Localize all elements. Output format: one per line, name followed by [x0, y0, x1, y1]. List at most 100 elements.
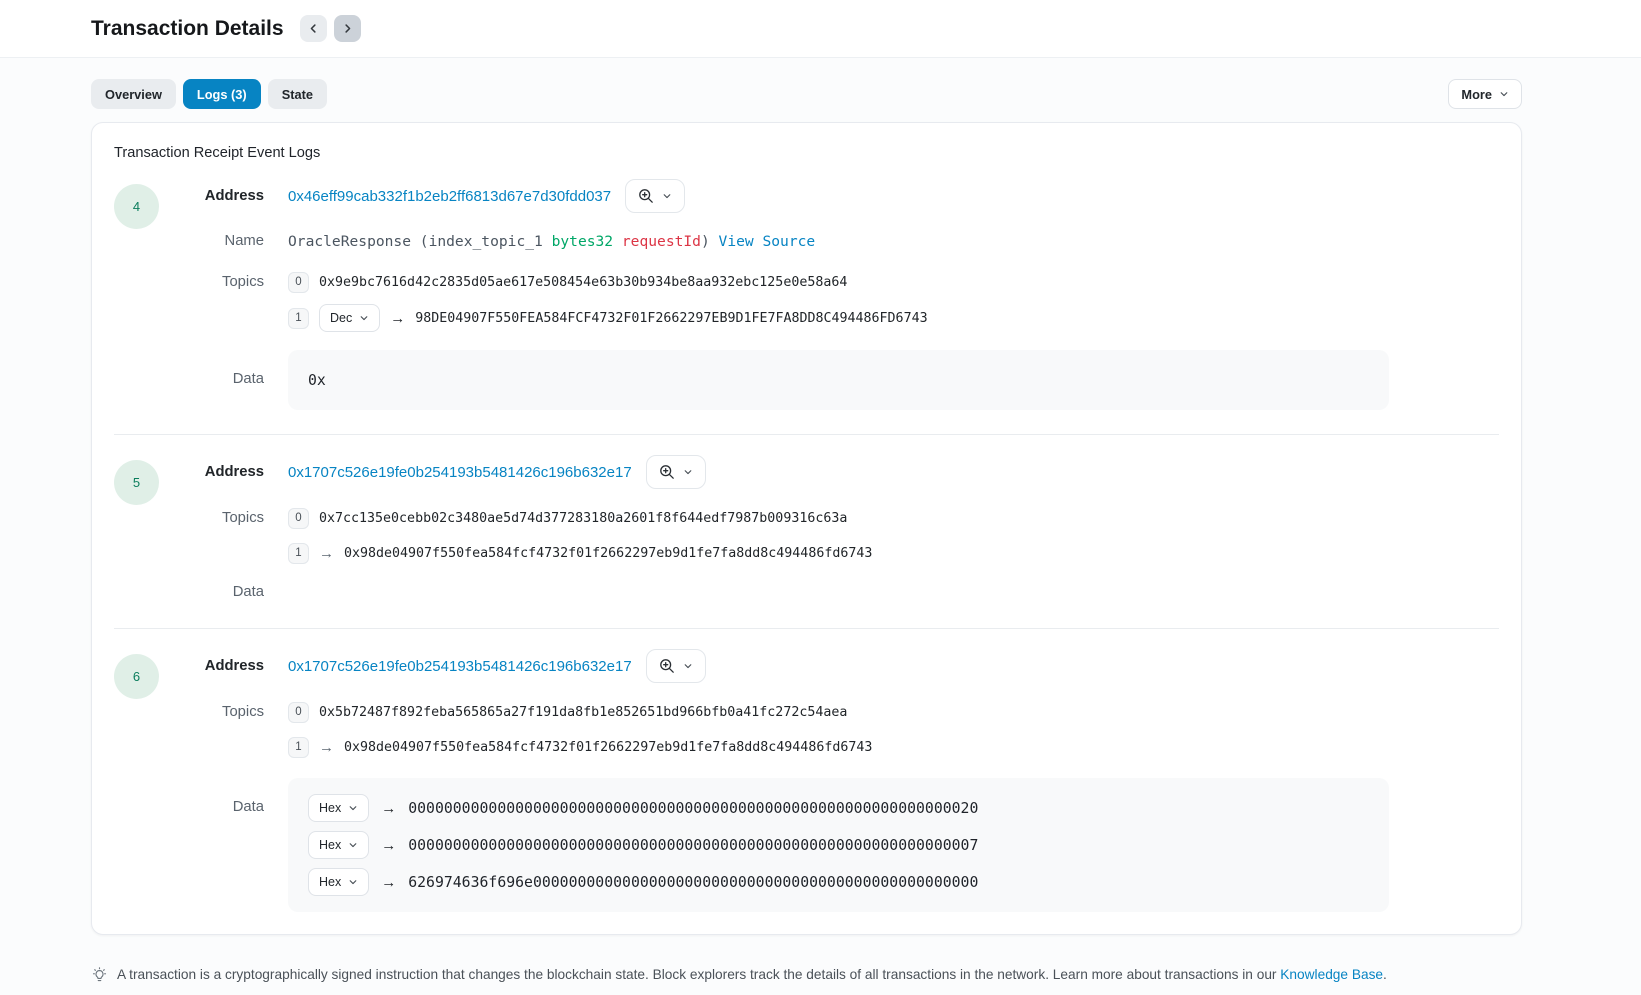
card-heading: Transaction Receipt Event Logs — [114, 145, 1499, 161]
footer-text: A transaction is a cryptographically sig… — [117, 967, 1387, 982]
next-transaction-button[interactable] — [334, 15, 361, 42]
address-label: Address — [204, 179, 264, 213]
topic-index-badge: 0 — [288, 272, 309, 293]
lightbulb-icon — [91, 966, 108, 983]
topics-label: Topics — [204, 505, 264, 531]
data-row: 0x — [308, 366, 1369, 394]
topic-encoding-select[interactable]: Dec — [319, 304, 380, 332]
topics-label: Topics — [204, 699, 264, 725]
event-logs-card: Transaction Receipt Event Logs 4 Address 0… — [91, 122, 1522, 935]
data-encoding-select[interactable]: Hex — [308, 794, 369, 822]
topic-value: 0x7cc135e0cebb02c3480ae5d74d377283180a26… — [319, 511, 847, 526]
log-number-badge: 5 — [114, 460, 159, 505]
tabs-toolbar: OverviewLogs (3)State More — [0, 58, 1641, 109]
chevron-down-icon — [683, 467, 693, 477]
more-button-label: More — [1461, 87, 1492, 102]
event-name-close: ) — [701, 233, 719, 250]
topic-row: 00x5b72487f892feba565865a27f191da8fb1e85… — [288, 699, 1499, 725]
topic-index-badge: 0 — [288, 702, 309, 723]
topic-value: 98DE04907F550FEA584FCF4732F01F2662297EB9… — [415, 311, 927, 326]
data-row: Hex → 626974636f696e0000000000000000000000… — [308, 868, 1369, 896]
log-index-cell: 4 — [114, 179, 204, 229]
address-link[interactable]: 0x1707c526e19fe0b254193b5481426c196b632e… — [288, 658, 632, 675]
page-title: Transaction Details — [91, 17, 284, 41]
chevron-down-icon — [1499, 89, 1509, 99]
data-value: 0000000000000000000000000000000000000000… — [408, 800, 978, 817]
chevron-left-icon — [308, 23, 319, 34]
data-cell: Hex → 000000000000000000000000000000000000… — [264, 778, 1499, 912]
data-row: Hex → 000000000000000000000000000000000000… — [308, 794, 1369, 822]
knowledge-base-link[interactable]: Knowledge Base — [1280, 967, 1383, 982]
chevron-down-icon — [348, 840, 358, 850]
address-label: Address — [204, 455, 264, 489]
topic-index-badge: 1 — [288, 737, 309, 758]
view-source-link[interactable]: View Source — [719, 233, 816, 250]
topic-index-badge: 1 — [288, 543, 309, 564]
prev-transaction-button[interactable] — [300, 15, 327, 42]
more-button[interactable]: More — [1448, 79, 1522, 109]
log-index-cell: 5 — [114, 455, 204, 505]
data-encoding-select[interactable]: Hex — [308, 831, 369, 859]
log-entry: 6 Address 0x1707c526e19fe0b254193b5481426c… — [114, 649, 1499, 912]
topic-row: 1→0x98de04907f550fea584fcf4732f01f266229… — [288, 734, 1499, 760]
address-filter-button[interactable] — [646, 455, 706, 489]
topic-value: 0x98de04907f550fea584fcf4732f01f2662297e… — [344, 546, 872, 561]
data-box: Hex → 000000000000000000000000000000000000… — [288, 778, 1389, 912]
address-row: 0x46eff99cab332f1b2eb2ff6813d67e7d30fdd0… — [264, 179, 1499, 213]
name-label: Name — [204, 229, 264, 253]
data-value: 626974636f696e00000000000000000000000000… — [408, 874, 978, 891]
data-encoding-value: Hex — [319, 838, 341, 852]
address-filter-button[interactable] — [625, 179, 685, 213]
data-label: Data — [204, 350, 264, 410]
arrow-right-icon: → — [381, 837, 396, 854]
topics-list: 0 0x7cc135e0cebb02c3480ae5d74d377283180a2… — [264, 505, 1499, 566]
data-encoding-value: Hex — [319, 801, 341, 815]
chevron-down-icon — [348, 803, 358, 813]
log-divider — [114, 434, 1499, 435]
data-value: 0x — [308, 372, 326, 389]
log-number-badge: 4 — [114, 184, 159, 229]
data-encoding-select[interactable]: Hex — [308, 868, 369, 896]
log-number-badge: 6 — [114, 654, 159, 699]
log-entry: 5 Address 0x1707c526e19fe0b254193b5481426c… — [114, 455, 1499, 604]
tab-logs-3[interactable]: Logs (3) — [183, 79, 261, 109]
arrow-right-icon: → — [319, 739, 334, 756]
tab-state[interactable]: State — [268, 79, 327, 109]
topic-index-badge: 0 — [288, 508, 309, 529]
info-footer: A transaction is a cryptographically sig… — [0, 966, 1641, 983]
address-link[interactable]: 0x1707c526e19fe0b254193b5481426c196b632e… — [288, 464, 632, 481]
address-row: 0x1707c526e19fe0b254193b5481426c196b632e… — [264, 455, 1499, 489]
topic-row: 1 → 0x98de04907f550fea584fcf4732f01f266229… — [288, 540, 1499, 566]
arrow-right-icon: → — [381, 800, 396, 817]
tab-overview[interactable]: Overview — [91, 79, 176, 109]
address-label: Address — [204, 649, 264, 683]
magnifier-plus-icon — [638, 188, 654, 204]
chevron-down-icon — [348, 877, 358, 887]
arrow-right-icon: → — [381, 874, 396, 891]
chevron-down-icon — [359, 313, 369, 323]
topic-row: 00x9e9bc7616d42c2835d05ae617e508454e63b3… — [288, 269, 1499, 295]
event-name-prefix: OracleResponse (index_topic_1 — [288, 233, 552, 250]
footer-period: . — [1383, 967, 1387, 982]
data-encoding-value: Hex — [319, 875, 341, 889]
address-link[interactable]: 0x46eff99cab332f1b2eb2ff6813d67e7d30fdd0… — [288, 188, 611, 205]
topic-row: 1Dec→98DE04907F550FEA584FCF4732F01F26622… — [288, 304, 1499, 332]
param-type: bytes32 — [552, 233, 622, 250]
log-divider — [114, 628, 1499, 629]
param-name: requestId — [622, 233, 701, 250]
event-logs-list: 4 Address 0x46eff99cab332f1b2eb2ff6813d67e… — [114, 179, 1499, 912]
topic-row: 0 0x7cc135e0cebb02c3480ae5d74d377283180a2… — [288, 505, 1499, 531]
topics-label: Topics — [204, 269, 264, 295]
data-label: Data — [204, 584, 264, 604]
log-entry: 4 Address 0x46eff99cab332f1b2eb2ff6813d67e… — [114, 179, 1499, 410]
transaction-details-page: Transaction Details OverviewLogs (3)Stat… — [0, 0, 1641, 995]
event-name-row: OracleResponse (index_topic_1 bytes32 re… — [264, 229, 1499, 253]
page-header: Transaction Details — [0, 0, 1641, 58]
data-cell: 0x — [264, 350, 1499, 410]
log-index-cell: 6 — [114, 649, 204, 699]
topics-list: 00x5b72487f892feba565865a27f191da8fb1e85… — [264, 699, 1499, 760]
address-filter-button[interactable] — [646, 649, 706, 683]
arrow-right-icon: → — [319, 545, 334, 562]
chevron-down-icon — [683, 661, 693, 671]
topic-index-badge: 1 — [288, 308, 309, 329]
